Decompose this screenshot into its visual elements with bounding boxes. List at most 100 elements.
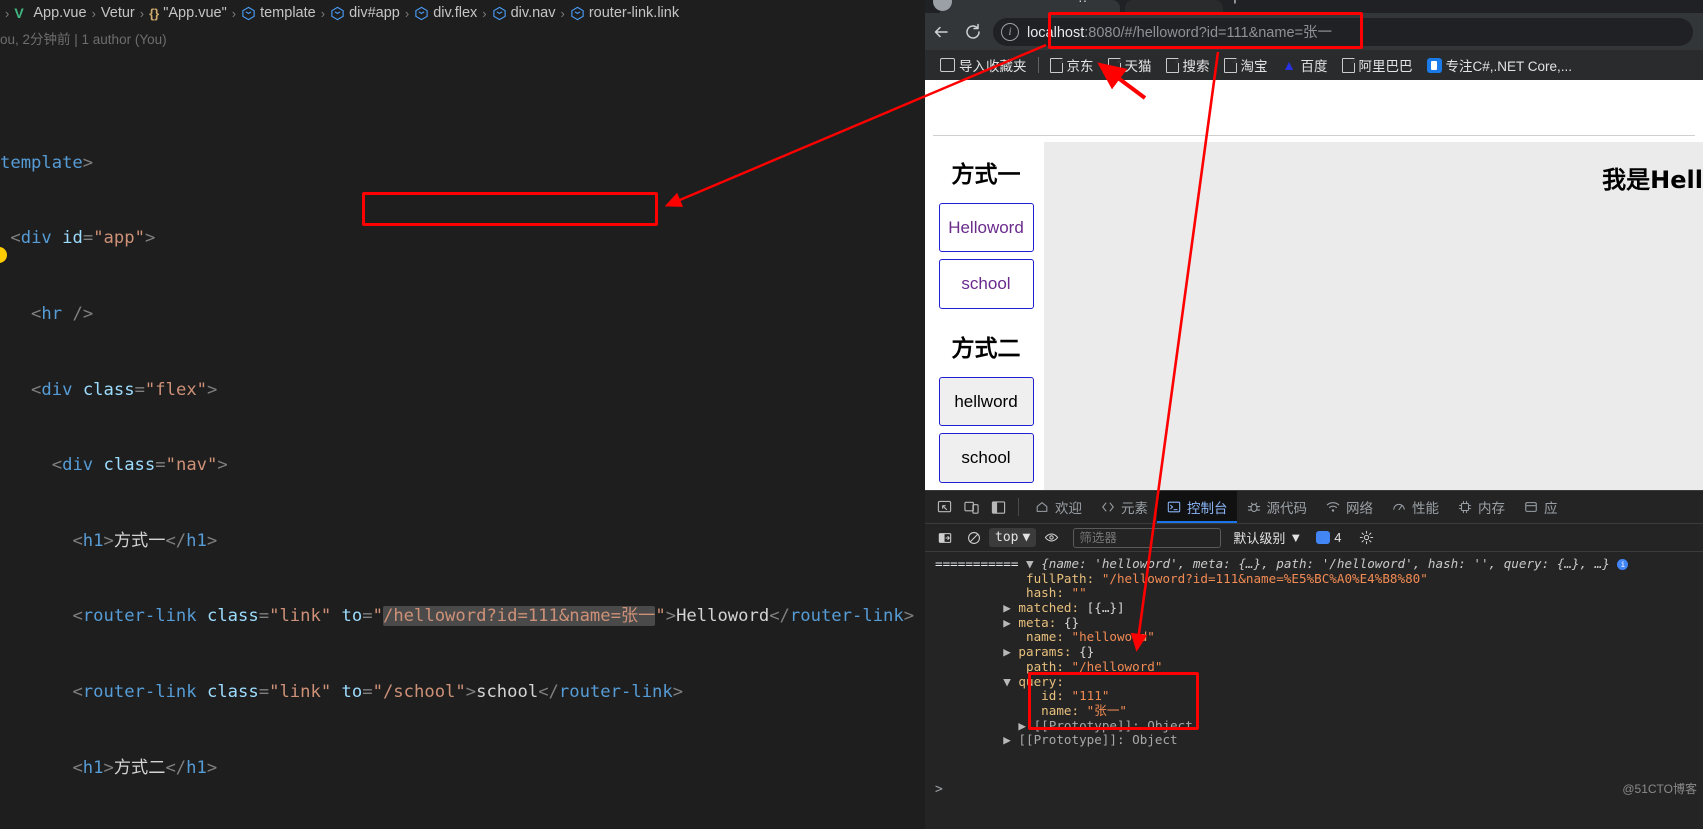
- bookmark-alibaba[interactable]: 阿里巴巴: [1335, 53, 1420, 77]
- bookmarks-bar: 导入收藏夹 京东 天猫 搜索 淘宝 ▲ 百度 阿里巴巴 专注C#,.NET Co…: [925, 50, 1703, 80]
- watermark: @51CTO博客: [1622, 782, 1697, 797]
- live-expression-eye-icon[interactable]: [1038, 524, 1065, 551]
- devtools-tab-label: 控制台: [1187, 501, 1228, 516]
- breadcrumb-separator: ›: [91, 5, 96, 21]
- page-icon: [1049, 57, 1063, 73]
- devtools-tab-application[interactable]: 应: [1514, 491, 1567, 523]
- devtools-tab-label: 网络: [1346, 501, 1373, 516]
- devtools-tab-elements[interactable]: 元素: [1091, 491, 1157, 523]
- breadcrumb-label: Vetur: [100, 5, 135, 21]
- code-line: <div class="flex">: [31, 379, 218, 400]
- breadcrumb[interactable]: › V App.vue › Vetur › {} "App.vue" › tem…: [0, 0, 925, 26]
- bookmark-import[interactable]: 导入收藏夹: [933, 53, 1034, 77]
- browser-navbar: i localhost:8080/#/helloword?id=111&name…: [925, 13, 1703, 50]
- console-output[interactable]: =========== ▼ {name: 'helloword', meta: …: [925, 552, 1703, 800]
- breadcrumb-label: div.nav: [510, 5, 556, 21]
- bookmark-label: 搜索: [1182, 59, 1210, 74]
- jump-hellword-button[interactable]: hellword: [938, 376, 1034, 427]
- bookmark-csdn[interactable]: 专注C#,.NET Core,...: [1420, 53, 1580, 77]
- bookmark-label: 京东: [1066, 59, 1094, 74]
- tab-overflow-icon: ··: [1078, 0, 1088, 8]
- page-icon: [1341, 57, 1355, 73]
- new-tab-icon[interactable]: +: [1230, 0, 1240, 8]
- home-icon: [1034, 499, 1050, 515]
- bookmark-tianmao[interactable]: 天猫: [1101, 53, 1159, 77]
- symbol-field-icon: [241, 6, 256, 21]
- breadcrumb-item-vetur[interactable]: Vetur: [101, 5, 135, 21]
- breadcrumb-item-div-nav[interactable]: div.nav: [492, 5, 556, 21]
- console-line: ▶ params: {}: [935, 644, 1095, 660]
- bookmark-baidu[interactable]: ▲ 百度: [1275, 53, 1335, 77]
- device-toolbar-icon[interactable]: [958, 494, 985, 521]
- breadcrumb-item-div-flex[interactable]: div.flex: [414, 5, 477, 21]
- page-heading-method-one: 方式一: [951, 162, 1021, 188]
- browser-tab-active[interactable]: [940, 0, 1120, 13]
- import-icon: [940, 58, 955, 72]
- console-context-selector[interactable]: top ▼: [989, 528, 1037, 547]
- router-link-school[interactable]: school: [938, 259, 1034, 309]
- git-blame-annotation: ou, 2分钟前 | 1 author (You): [0, 32, 167, 47]
- devtools-tabbar: 欢迎 元素 控制台 源代码 网络 性能 内存 应: [925, 491, 1703, 524]
- breadcrumb-separator: ›: [231, 5, 237, 21]
- code-line: <router-link class="link" to="/school">s…: [72, 681, 684, 702]
- breadcrumb-separator: ›: [139, 5, 145, 21]
- devtools-tab-welcome[interactable]: 欢迎: [1025, 491, 1091, 523]
- console-sidebar-icon[interactable]: [931, 524, 958, 551]
- devtools-tab-network[interactable]: 网络: [1316, 491, 1382, 523]
- console-context-value: top: [995, 530, 1019, 545]
- address-bar[interactable]: i localhost:8080/#/helloword?id=111&name…: [993, 17, 1693, 46]
- address-bar-wrap[interactable]: i localhost:8080/#/helloword?id=111&name…: [993, 17, 1693, 46]
- code-content[interactable]: template> <div id="app"> <hr /> <div cla…: [0, 50, 925, 829]
- devtools-panel: 欢迎 元素 控制台 源代码 网络 性能 内存 应 top ▼ 筛选器 默认级别 …: [925, 490, 1703, 829]
- url-rest: :8080/#/helloword?id=111&name=张一: [1084, 25, 1332, 41]
- csdn-icon: [1426, 57, 1442, 73]
- code-line: <div class="nav">: [51, 455, 228, 476]
- devtools-tab-memory[interactable]: 内存: [1448, 491, 1514, 523]
- breadcrumb-label: "App.vue": [163, 5, 227, 21]
- devtools-tab-sources[interactable]: 源代码: [1237, 491, 1317, 523]
- console-prompt[interactable]: >: [925, 783, 943, 798]
- devtools-tab-label: 欢迎: [1055, 501, 1082, 516]
- jump-school-button[interactable]: school: [938, 433, 1034, 483]
- router-link-helloword[interactable]: Helloword: [938, 203, 1034, 253]
- breadcrumb-item-router-link[interactable]: router-link.link: [570, 5, 679, 21]
- bookmark-label: 阿里巴巴: [1358, 59, 1413, 74]
- console-filter-toolbar: top ▼ 默认级别 ▼ 4: [925, 524, 1703, 552]
- breadcrumb-label: template: [260, 5, 316, 21]
- bookmark-jingdong[interactable]: 京东: [1043, 53, 1101, 77]
- devtools-tab-performance[interactable]: 性能: [1382, 491, 1448, 523]
- console-level-selector[interactable]: 默认级别 ▼: [1233, 528, 1302, 547]
- devtools-settings-gear-icon[interactable]: [1353, 524, 1380, 551]
- issues-badge[interactable]: 4: [1316, 530, 1341, 545]
- breadcrumb-item-app-vue-symbol[interactable]: {} "App.vue": [149, 5, 227, 21]
- code-line: <h1>方式二</h1>: [72, 757, 218, 778]
- dock-side-icon[interactable]: [985, 494, 1012, 521]
- symbol-field-icon: [330, 6, 345, 21]
- breadcrumb-item-app-vue[interactable]: V App.vue: [14, 5, 86, 21]
- issue-bubble-icon: [1316, 531, 1331, 544]
- memory-icon: [1457, 499, 1473, 515]
- console-filter-input[interactable]: [1073, 527, 1222, 548]
- reload-icon[interactable]: [957, 16, 989, 48]
- inspect-element-icon[interactable]: [931, 494, 958, 521]
- clear-console-icon[interactable]: [960, 524, 987, 551]
- browser-tab-other[interactable]: [1125, 0, 1223, 13]
- breadcrumb-label: App.vue: [33, 5, 87, 21]
- bookmark-taobao[interactable]: 淘宝: [1217, 53, 1275, 77]
- page-content-title: 我是Hell: [1602, 166, 1703, 194]
- console-line: name: "helloword": [935, 629, 1155, 645]
- breadcrumb-label: div#app: [349, 5, 400, 21]
- code-line: template>: [0, 152, 94, 173]
- selected-to-value[interactable]: /helloword?id=111&name=张一: [382, 606, 656, 627]
- vscode-editor-pane: › V App.vue › Vetur › {} "App.vue" › tem…: [0, 0, 925, 829]
- bookmark-sousuo[interactable]: 搜索: [1159, 53, 1217, 77]
- bookmark-label: 导入收藏夹: [959, 59, 1027, 74]
- breadcrumb-item-template[interactable]: template: [241, 5, 316, 21]
- devtools-tab-label: 应: [1544, 501, 1558, 516]
- site-info-icon[interactable]: i: [1001, 22, 1019, 41]
- devtools-tab-console[interactable]: 控制台: [1157, 491, 1237, 523]
- page-nav-column: 方式一 Helloword school 方式二 hellword school: [933, 142, 1039, 490]
- breadcrumb-item-div-app[interactable]: div#app: [330, 5, 400, 21]
- chevron-down-icon: ▼: [1289, 530, 1303, 545]
- back-arrow-icon[interactable]: [925, 16, 957, 48]
